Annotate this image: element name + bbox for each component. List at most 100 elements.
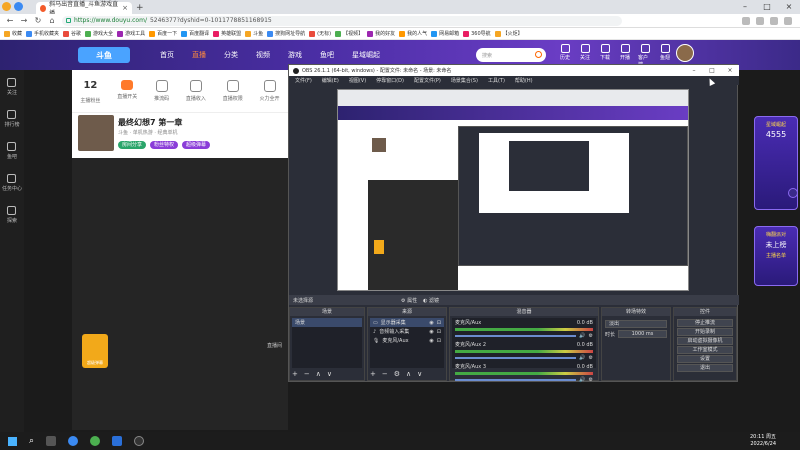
scene-down-button[interactable]: ∨ bbox=[327, 370, 332, 378]
bookmark-item[interactable]: 收藏 bbox=[4, 30, 22, 37]
stat-item[interactable]: 直播权限 bbox=[223, 80, 243, 104]
remove-scene-button[interactable]: − bbox=[304, 370, 310, 378]
bookmark-item[interactable]: 英雄联盟 bbox=[213, 30, 241, 37]
fan-privilege-button[interactable]: 粉丝特权 bbox=[150, 141, 179, 149]
maximize-button[interactable]: □ bbox=[756, 0, 778, 14]
nav-item[interactable]: 鱼吧 bbox=[320, 50, 334, 60]
source-down-button[interactable]: ∨ bbox=[417, 370, 422, 378]
promo-collapse-icon[interactable] bbox=[788, 188, 798, 198]
obs-maximize-button[interactable]: □ bbox=[703, 67, 721, 74]
bookmark-item[interactable]: 【视频】 bbox=[335, 30, 363, 37]
super-danmu-button[interactable]: 超级弹幕 bbox=[182, 141, 211, 149]
stat-item[interactable]: 直播收入 bbox=[186, 80, 206, 104]
obs-menu-item[interactable]: 视图(V) bbox=[349, 77, 366, 84]
left-nav-item[interactable]: 任务中心 bbox=[2, 174, 22, 192]
add-scene-button[interactable]: + bbox=[292, 370, 298, 378]
obs-menu-item[interactable]: 编辑(E) bbox=[322, 77, 339, 84]
obs-taskbar-icon[interactable] bbox=[134, 436, 145, 446]
duration-input[interactable]: 1000 ms bbox=[618, 330, 667, 338]
mixer-settings-icon[interactable]: ⚙ bbox=[589, 377, 593, 383]
scene-item[interactable]: 场景 bbox=[292, 318, 362, 327]
obs-menu-item[interactable]: 文件(F) bbox=[295, 77, 312, 84]
control-button[interactable]: 工作室模式 bbox=[677, 346, 733, 354]
search-icon[interactable] bbox=[535, 51, 542, 58]
bookmark-item[interactable]: 【火炬】 bbox=[494, 30, 523, 37]
add-source-button[interactable]: + bbox=[370, 370, 376, 378]
bookmark-item[interactable]: 游戏大全 bbox=[85, 30, 113, 37]
stat-item[interactable]: 12 主播粉丝 bbox=[80, 80, 100, 104]
lock-icon[interactable]: ⊡ bbox=[437, 338, 441, 344]
speaker-icon[interactable]: 🔊 bbox=[579, 377, 585, 383]
reload-icon[interactable]: ↻ bbox=[34, 16, 42, 25]
bookmark-item[interactable]: 网易邮箱 bbox=[431, 30, 459, 37]
menu-icon[interactable] bbox=[784, 16, 792, 25]
bookmark-item[interactable]: 360导航 bbox=[463, 30, 491, 37]
extension-icon[interactable] bbox=[756, 16, 764, 25]
back-icon[interactable]: ← bbox=[6, 16, 14, 25]
obs-menu-item[interactable]: 配置文件(P) bbox=[414, 77, 441, 84]
source-settings-button[interactable]: ⚙ bbox=[394, 370, 400, 378]
task-view-icon[interactable] bbox=[46, 436, 57, 446]
control-button[interactable]: 设置 bbox=[677, 355, 733, 363]
source-item[interactable]: 🎙 麦克风/Aux ◉ ⊡ bbox=[370, 336, 444, 345]
bookmark-item[interactable]: 游戏工具 bbox=[117, 30, 145, 37]
bookmark-item[interactable]: 搜狗网址导航 bbox=[267, 30, 305, 37]
nav-item[interactable]: 直播 bbox=[192, 50, 206, 60]
bookmark-item[interactable]: (无标) bbox=[309, 30, 331, 37]
bookmark-item[interactable]: 谷歌 bbox=[63, 30, 81, 37]
lock-icon[interactable]: ⊡ bbox=[437, 320, 441, 326]
mixer-settings-icon[interactable]: ⚙ bbox=[589, 355, 593, 361]
search-input[interactable]: 搜索 bbox=[476, 48, 546, 62]
nav-item[interactable]: 分类 bbox=[224, 50, 238, 60]
douyu-logo[interactable]: 斗鱼 bbox=[78, 47, 130, 63]
control-button[interactable]: 停止推流 bbox=[677, 319, 733, 327]
volume-slider[interactable] bbox=[455, 357, 577, 359]
volume-slider[interactable] bbox=[455, 379, 577, 381]
nav-item[interactable]: 首页 bbox=[160, 50, 174, 60]
left-nav-item[interactable]: 探索 bbox=[7, 206, 17, 224]
obs-menu-item[interactable]: 帮助(H) bbox=[515, 77, 533, 84]
taskbar-clock[interactable]: 20:11 周五 2022/6/24 bbox=[750, 434, 776, 448]
forward-icon[interactable]: → bbox=[20, 16, 28, 25]
minimize-button[interactable]: – bbox=[734, 0, 756, 14]
left-nav-item[interactable]: 鱼吧 bbox=[7, 142, 17, 160]
obs-minimize-button[interactable]: – bbox=[685, 67, 703, 74]
visibility-eye-icon[interactable]: ◉ bbox=[429, 320, 433, 326]
control-button[interactable]: 退出 bbox=[677, 364, 733, 372]
browser-taskbar-icon[interactable] bbox=[90, 436, 101, 446]
obs-menu-item[interactable]: 停靠窗口(D) bbox=[376, 77, 404, 84]
stat-item[interactable]: 推流码 bbox=[154, 80, 169, 104]
control-button[interactable]: 启动虚拟摄像机 bbox=[677, 337, 733, 345]
nav-item[interactable]: 游戏 bbox=[288, 50, 302, 60]
bookmark-item[interactable]: 我的人气 bbox=[399, 30, 427, 37]
obs-close-button[interactable]: × bbox=[721, 67, 739, 74]
filters-button[interactable]: ◐ 滤镜 bbox=[423, 297, 439, 304]
anchor-avatar[interactable] bbox=[78, 115, 114, 151]
left-nav-item[interactable]: 排行榜 bbox=[4, 110, 20, 128]
browser-tab[interactable]: 斜马出音直播_斗鱼游戏直播... × bbox=[36, 1, 132, 17]
remove-source-button[interactable]: − bbox=[382, 370, 388, 378]
control-button[interactable]: 开始录制 bbox=[677, 328, 733, 336]
speaker-icon[interactable]: 🔊 bbox=[579, 355, 585, 361]
visibility-eye-icon[interactable]: ◉ bbox=[429, 329, 433, 335]
scene-up-button[interactable]: ∧ bbox=[316, 370, 321, 378]
address-bar[interactable]: https://www.douyu.com/ 5246377?dyshid=0-… bbox=[62, 15, 622, 26]
gift-banner[interactable]: 超级弹幕 bbox=[82, 334, 108, 368]
room-category[interactable]: 斗鱼 · 单机热游 · 经典单机 bbox=[118, 129, 178, 136]
ie-icon[interactable] bbox=[68, 436, 79, 446]
home-icon[interactable]: ⌂ bbox=[48, 16, 56, 25]
obs-preview[interactable] bbox=[337, 89, 689, 291]
browser-logo-icon[interactable] bbox=[2, 2, 11, 11]
extension-icon[interactable] bbox=[770, 16, 778, 25]
stat-item[interactable]: 火力全开 bbox=[260, 80, 280, 104]
bookmark-item[interactable]: 斗鱼 bbox=[245, 30, 263, 37]
promo-banner-bottom[interactable]: 嗨翻派对 未上榜 主播名单 bbox=[754, 226, 798, 286]
volume-slider[interactable] bbox=[455, 335, 577, 337]
source-item[interactable]: ♪ 音频输入采集 ◉ ⊡ bbox=[370, 327, 444, 336]
lock-icon[interactable]: ⊡ bbox=[437, 329, 441, 335]
bookmark-item[interactable]: 手机收藏夹 bbox=[26, 30, 59, 37]
close-window-button[interactable]: × bbox=[778, 0, 800, 14]
extension-icon[interactable] bbox=[742, 16, 750, 25]
app-taskbar-icon[interactable] bbox=[112, 436, 123, 446]
close-tab-icon[interactable]: × bbox=[122, 4, 128, 12]
